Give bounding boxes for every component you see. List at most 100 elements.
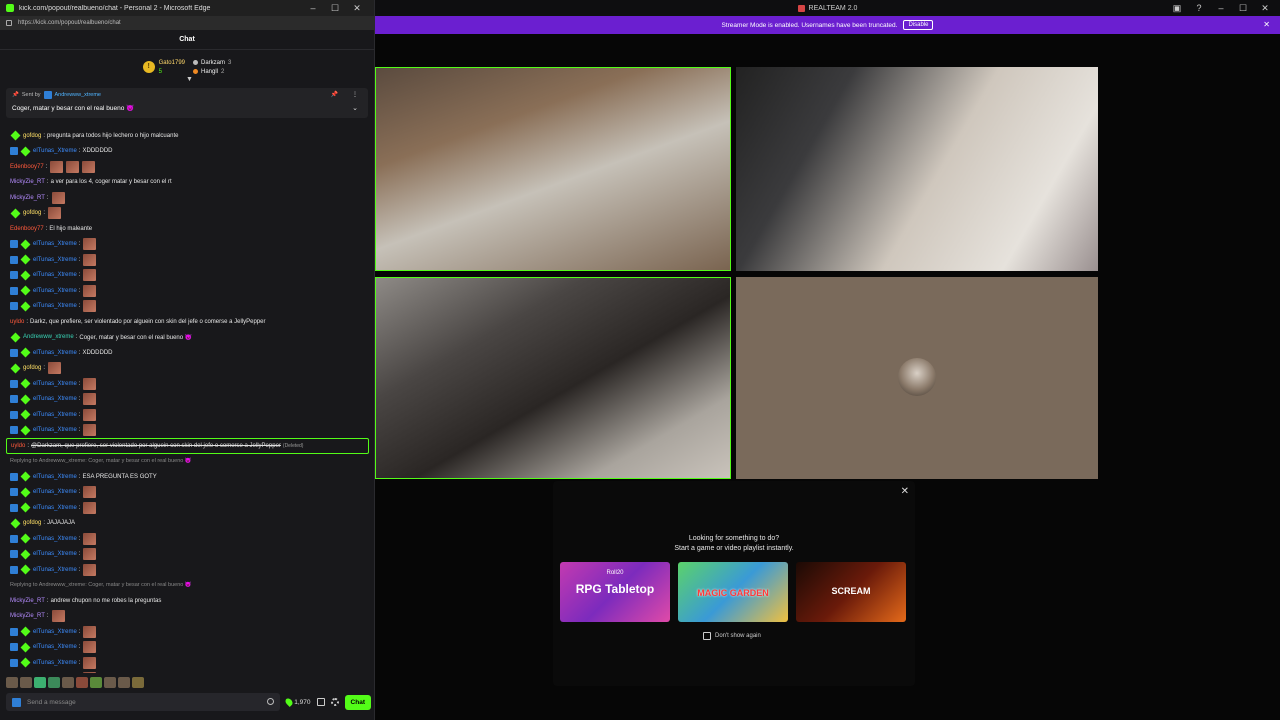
chat-username[interactable]: gofdog	[23, 210, 41, 216]
chat-message[interactable]: MickyZie_RT: a ver para los 4, coger mata…	[6, 175, 369, 191]
emote-icon[interactable]	[90, 676, 102, 688]
activity-card-magic-garden[interactable]: MAGIC GARDEN	[678, 562, 788, 622]
chevron-down-icon[interactable]: ⌄	[352, 104, 358, 112]
maximize-icon[interactable]: ☐	[324, 3, 346, 14]
chat-message[interactable]: Edenbooy77:	[6, 159, 369, 175]
chat-username[interactable]: elTunas_Xtreme	[33, 427, 77, 433]
close-icon[interactable]: ✕	[901, 486, 909, 497]
chat-message[interactable]: elTunas_Xtreme:	[6, 671, 369, 673]
chat-message[interactable]: elTunas_Xtreme: ESA PREGUNTA ES GOTY	[6, 469, 369, 485]
chat-message[interactable]: MickyZie_RT:	[6, 190, 369, 206]
chat-message[interactable]: elTunas_Xtreme:	[6, 392, 369, 408]
chat-username[interactable]: elTunas_Xtreme	[33, 536, 77, 542]
chat-message[interactable]: gofdog:	[6, 206, 369, 222]
chat-username[interactable]: elTunas_Xtreme	[33, 489, 77, 495]
minimize-icon[interactable]: –	[302, 3, 324, 13]
reply-line[interactable]: Replying to Andrewww_xtreme: Coger, mata…	[6, 454, 369, 470]
video-tile[interactable]	[736, 67, 1098, 271]
video-tile[interactable]	[375, 277, 731, 479]
chat-username[interactable]: Andrewww_xtreme	[23, 334, 74, 340]
chat-message[interactable]: elTunas_Xtreme:	[6, 423, 369, 439]
emote-icon[interactable]	[20, 676, 32, 688]
emote-icon[interactable]	[104, 676, 116, 688]
chat-username[interactable]: elTunas_Xtreme	[33, 272, 77, 278]
close-icon[interactable]: ✕	[1254, 3, 1276, 14]
disable-button[interactable]: Disable	[903, 20, 934, 30]
chat-message[interactable]: uyldo: Darkz, que prefiere, ser violentad…	[6, 314, 369, 330]
chat-username[interactable]: elTunas_Xtreme	[33, 148, 77, 154]
chat-message[interactable]: elTunas_Xtreme: XDDDDDD	[6, 345, 369, 361]
chat-message[interactable]: Edenbooy77: El hijo maleante	[6, 221, 369, 237]
chat-username[interactable]: elTunas_Xtreme	[33, 660, 77, 666]
reply-line[interactable]: Replying to Andrewww_xtreme: Coger, mata…	[6, 578, 369, 594]
chat-username[interactable]: Edenbooy77	[10, 226, 44, 232]
chat-message[interactable]: MickyZie_RT: andrew chupon no me robes la…	[6, 593, 369, 609]
chat-message-list[interactable]: gofdog: pregunta para todos hijo lechero …	[0, 128, 375, 673]
chat-username[interactable]: uyldo	[10, 319, 24, 325]
chat-username[interactable]: uyldo	[11, 443, 25, 449]
chat-message[interactable]: elTunas_Xtreme:	[6, 283, 369, 299]
chat-username[interactable]: elTunas_Xtreme	[33, 644, 77, 650]
help-icon[interactable]: ?	[1188, 3, 1210, 13]
emote-icon[interactable]	[132, 676, 144, 688]
maximize-icon[interactable]: ☐	[1232, 3, 1254, 14]
chat-username[interactable]: elTunas_Xtreme	[33, 396, 77, 402]
chat-username[interactable]: elTunas_Xtreme	[33, 551, 77, 557]
chat-message[interactable]: MickyZie_RT:	[6, 609, 369, 625]
chat-message[interactable]: elTunas_Xtreme:	[6, 640, 369, 656]
emote-icon[interactable]	[118, 676, 130, 688]
emote-icon[interactable]	[34, 676, 46, 688]
message-input[interactable]: Send a message	[6, 693, 281, 711]
chat-username[interactable]: elTunas_Xtreme	[33, 241, 77, 247]
emote-icon[interactable]	[6, 676, 18, 688]
chat-username[interactable]: elTunas_Xtreme	[33, 350, 77, 356]
chat-message[interactable]: gofdog: pregunta para todos hijo lechero …	[6, 128, 369, 144]
emoji-picker-icon[interactable]	[267, 698, 275, 705]
chat-username[interactable]: elTunas_Xtreme	[33, 381, 77, 387]
chat-username[interactable]: elTunas_Xtreme	[33, 257, 77, 263]
chat-username[interactable]: gofdog	[23, 520, 41, 526]
store-icon[interactable]	[316, 698, 325, 706]
chat-username[interactable]: MickyZie_RT	[10, 179, 45, 185]
chat-username[interactable]: MickyZie_RT	[10, 195, 45, 201]
dont-show-checkbox[interactable]	[703, 632, 711, 640]
gear-icon[interactable]	[330, 698, 339, 706]
chat-message[interactable]: elTunas_Xtreme:	[6, 531, 369, 547]
chat-message[interactable]: elTunas_Xtreme: XDDDDDD	[6, 144, 369, 160]
chat-username[interactable]: MickyZie_RT	[10, 613, 45, 619]
address-bar[interactable]: https://kick.com/popout/realbueno/chat	[0, 16, 374, 30]
chat-username[interactable]: elTunas_Xtreme	[33, 412, 77, 418]
channel-points[interactable]: 1,970	[284, 697, 311, 707]
chat-message[interactable]: elTunas_Xtreme:	[6, 655, 369, 671]
close-icon[interactable]: ✕	[1263, 20, 1270, 29]
chat-message[interactable]: elTunas_Xtreme:	[6, 547, 369, 563]
pinned-sender[interactable]: Andrewww_xtreme	[55, 92, 101, 98]
chat-username[interactable]: elTunas_Xtreme	[33, 505, 77, 511]
chevron-down-icon[interactable]: ▼	[186, 76, 193, 83]
video-tile[interactable]	[375, 67, 731, 271]
chat-message[interactable]: uyldo: @Darkzam, que prefiere, ser violen…	[6, 438, 369, 454]
more-options-icon[interactable]: ⋮	[352, 91, 358, 98]
emote-icon[interactable]	[62, 676, 74, 688]
chat-message[interactable]: elTunas_Xtreme:	[6, 268, 369, 284]
chat-message[interactable]: elTunas_Xtreme:	[6, 407, 369, 423]
gift-leaderboard[interactable]: ! Gato1799 5 Darkzam 3 Hangll 2 ▼	[0, 50, 374, 84]
chat-username[interactable]: MickyZie_RT	[10, 598, 45, 604]
pin-icon[interactable]: 📌	[331, 91, 338, 98]
chat-message[interactable]: gofdog:	[6, 361, 369, 377]
chat-username[interactable]: gofdog	[23, 365, 41, 371]
close-icon[interactable]: ✕	[346, 3, 368, 14]
chat-send-button[interactable]: Chat	[344, 694, 371, 710]
chat-message[interactable]: Andrewww_xtreme: Coger, matar y besar con…	[6, 330, 369, 346]
chat-message[interactable]: elTunas_Xtreme:	[6, 376, 369, 392]
share-icon[interactable]: ▣	[1166, 3, 1188, 14]
recent-emotes-bar[interactable]	[6, 675, 144, 689]
chat-message[interactable]: gofdog: JAJAJAJA	[6, 516, 369, 532]
chat-username[interactable]: elTunas_Xtreme	[33, 474, 77, 480]
chat-message[interactable]: elTunas_Xtreme:	[6, 485, 369, 501]
chat-message[interactable]: elTunas_Xtreme:	[6, 299, 369, 315]
emote-icon[interactable]	[48, 676, 60, 688]
chat-message[interactable]: elTunas_Xtreme:	[6, 562, 369, 578]
chat-message[interactable]: elTunas_Xtreme:	[6, 252, 369, 268]
activity-card-scream[interactable]: SCREAM	[796, 562, 906, 622]
